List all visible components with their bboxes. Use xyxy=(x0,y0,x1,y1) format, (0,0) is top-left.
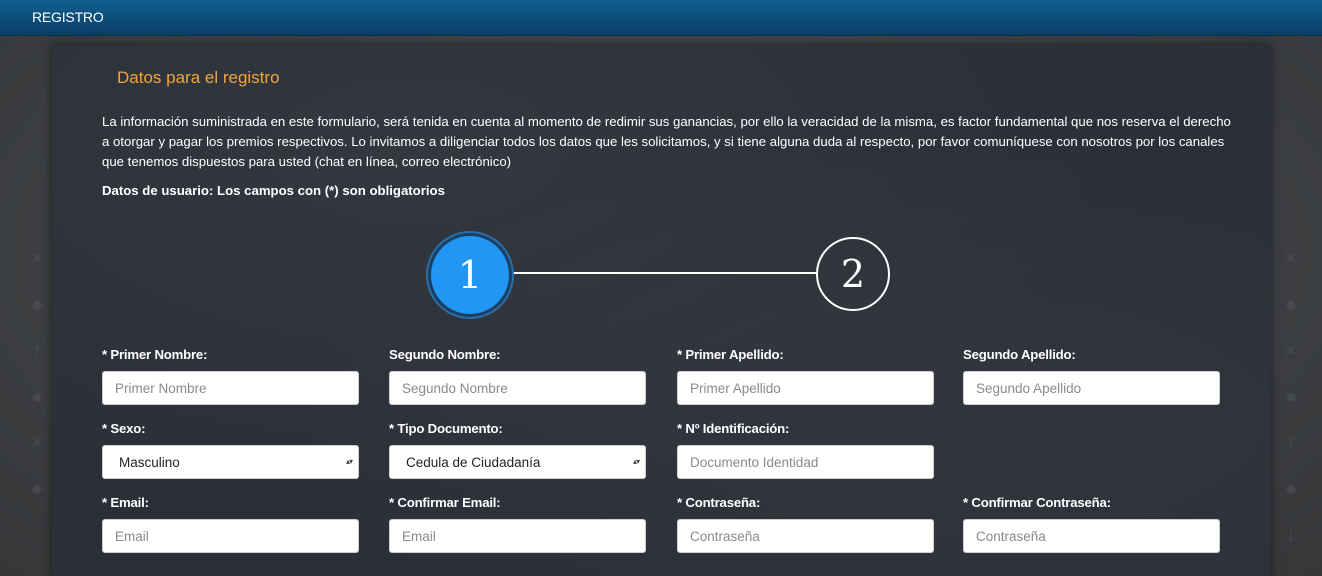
email-label: * Email: xyxy=(102,495,149,510)
sexo-selected-value: Masculino xyxy=(119,454,180,470)
contrasena-label: * Contraseña: xyxy=(677,495,761,510)
sexo-select[interactable]: Masculino ▴▾ xyxy=(102,445,359,479)
step-1-circle[interactable]: 1 xyxy=(428,233,512,317)
identificacion-label: * Nº Identificación: xyxy=(677,421,790,436)
left-decoration: × ● ↑ ● × ● xyxy=(30,248,44,500)
identificacion-input[interactable] xyxy=(677,445,934,479)
step-connector-line xyxy=(510,272,818,274)
primer-nombre-input[interactable] xyxy=(102,371,359,405)
top-bar: REGISTRO xyxy=(0,0,1322,36)
primer-apellido-input[interactable] xyxy=(677,371,934,405)
primer-nombre-label: * Primer Nombre: xyxy=(102,347,208,362)
registration-panel: Datos para el registro La información su… xyxy=(52,45,1271,576)
section-title: Datos para el registro xyxy=(117,68,280,87)
sexo-label: * Sexo: xyxy=(102,421,146,436)
chevron-down-icon: ▴▾ xyxy=(632,457,640,466)
right-decoration: × ● × ● ↑ ● ↓ xyxy=(1284,248,1298,546)
page-title: REGISTRO xyxy=(32,9,104,25)
email-input[interactable] xyxy=(102,519,359,553)
segundo-apellido-label: Segundo Apellido: xyxy=(963,347,1076,362)
confirmar-email-input[interactable] xyxy=(389,519,646,553)
primer-apellido-label: * Primer Apellido: xyxy=(677,347,784,362)
confirmar-contrasena-input[interactable] xyxy=(963,519,1220,553)
contrasena-input[interactable] xyxy=(677,519,934,553)
tipo-documento-select[interactable]: Cedula de Ciudadanía ▴▾ xyxy=(389,445,646,479)
tipo-documento-label: * Tipo Documento: xyxy=(389,421,503,436)
step-2-circle[interactable]: 2 xyxy=(816,237,890,311)
segundo-nombre-input[interactable] xyxy=(389,371,646,405)
chevron-down-icon: ▴▾ xyxy=(345,457,353,466)
intro-text: La información suministrada en este form… xyxy=(102,114,1231,169)
required-fields-note: Datos de usuario: Los campos con (*) son… xyxy=(102,183,445,198)
confirmar-email-label: * Confirmar Email: xyxy=(389,495,501,510)
confirmar-contrasena-label: * Confirmar Contraseña: xyxy=(963,495,1111,510)
segundo-apellido-input[interactable] xyxy=(963,371,1220,405)
tipo-documento-selected-value: Cedula de Ciudadanía xyxy=(406,454,541,470)
segundo-nombre-label: Segundo Nombre: xyxy=(389,347,501,362)
